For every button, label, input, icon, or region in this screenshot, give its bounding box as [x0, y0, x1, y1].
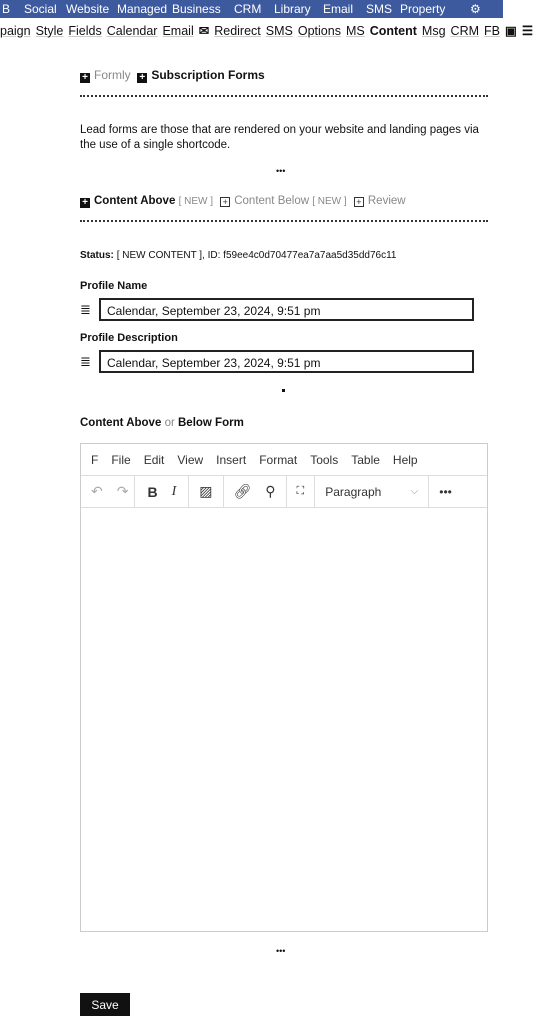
menu-tools[interactable]: Tools: [310, 453, 338, 467]
menu-view[interactable]: View: [177, 453, 203, 467]
fullscreen-icon[interactable]: ⛶: [297, 485, 305, 498]
subnav-item[interactable]: SMS: [266, 24, 293, 38]
subnav-item[interactable]: Style: [36, 24, 64, 38]
block-format-value: Paragraph: [325, 484, 382, 499]
heading-part: or: [164, 417, 175, 429]
subnav-item[interactable]: Redirect: [214, 24, 261, 38]
subnav-item[interactable]: MS: [346, 24, 365, 38]
subnav-item[interactable]: Calendar: [107, 24, 158, 38]
menu-edit[interactable]: Edit: [144, 453, 165, 467]
profile-name-label: Profile Name: [80, 280, 148, 292]
new-badge: [ NEW ]: [178, 196, 214, 207]
dot-separator: [282, 389, 285, 392]
menu-table[interactable]: Table: [351, 453, 380, 467]
tab-formly[interactable]: Formly: [94, 68, 131, 82]
tab-content-below[interactable]: Content Below: [234, 195, 309, 207]
nav-item[interactable]: Business: [172, 0, 221, 18]
image-icon[interactable]: ▨: [199, 483, 212, 500]
menu-format[interactable]: Format: [259, 453, 297, 467]
subnav-item[interactable]: Msg: [422, 24, 446, 38]
undo-icon[interactable]: ↶: [91, 483, 103, 500]
status-label: Status:: [80, 250, 114, 261]
editor-toolbar: ↶ ↷ BI ▨ 🔗︎ ⚲ ⛶ Paragraph ⌵ •••: [81, 476, 487, 508]
subnav-item[interactable]: Email: [162, 24, 193, 38]
subnav-item[interactable]: Options: [298, 24, 341, 38]
heading-part: Below Form: [178, 417, 244, 429]
nav-item[interactable]: Social: [24, 0, 57, 18]
profile-description-label: Profile Description: [80, 332, 178, 344]
camera-icon[interactable]: ▣: [505, 23, 517, 38]
nav-item[interactable]: CRM: [234, 0, 261, 18]
nav-item[interactable]: Website: [66, 0, 109, 18]
heading-part: Content Above: [80, 417, 162, 429]
divider: [80, 220, 488, 222]
stamp-icon[interactable]: ⚲: [265, 483, 275, 500]
more-dots[interactable]: •••: [276, 166, 285, 176]
nav-item[interactable]: SMS: [366, 0, 392, 18]
tab-subscription-forms[interactable]: Subscription Forms: [151, 68, 264, 82]
more-dots[interactable]: •••: [276, 946, 285, 956]
subnav-item-active[interactable]: Content: [370, 24, 417, 38]
menu-help[interactable]: Help: [393, 453, 418, 467]
new-badge: [ NEW ]: [312, 196, 347, 207]
envelope-icon[interactable]: ✉: [199, 23, 209, 38]
sub-nav: paign Style Fields Calendar Email ✉ Redi…: [0, 23, 533, 39]
top-nav: B Social Website Managed Business CRM Li…: [0, 0, 503, 18]
save-button[interactable]: Save: [80, 993, 130, 1016]
nav-item[interactable]: Library: [274, 0, 311, 18]
content-heading: Content Above or Below Form: [80, 417, 244, 429]
divider: [80, 95, 488, 97]
status-line: Status: [ NEW CONTENT ], ID: f59ee4c0d70…: [80, 250, 397, 261]
editor-menubar: F File Edit View Insert Format Tools Tab…: [81, 444, 487, 476]
link-icon[interactable]: 🔗︎: [234, 483, 252, 500]
chevron-down-icon: ⌵: [410, 486, 419, 497]
subnav-item[interactable]: Fields: [68, 24, 101, 38]
nav-item[interactable]: Email: [323, 0, 353, 18]
subnav-item[interactable]: paign: [0, 24, 31, 38]
plus-square-icon: +: [80, 73, 90, 83]
nav-item[interactable]: Managed: [117, 0, 167, 18]
tabs-content: + Content Above [ NEW ] + Content Below [ …: [80, 195, 406, 208]
block-format-select[interactable]: Paragraph ⌵: [315, 476, 430, 507]
menu-item[interactable]: F: [91, 453, 98, 467]
profile-name-input[interactable]: Calendar, September 23, 2024, 9:51 pm: [99, 298, 474, 321]
plus-square-icon: +: [137, 73, 148, 83]
menu-icon: ≣: [80, 354, 91, 369]
menu-icon: ≣: [80, 302, 91, 317]
status-value: [ NEW CONTENT ], ID: f59ee4c0d70477ea7a7…: [116, 250, 397, 261]
subnav-item[interactable]: CRM: [451, 24, 479, 38]
plus-box-icon: +: [353, 197, 364, 207]
menu-insert[interactable]: Insert: [216, 453, 246, 467]
editor-body[interactable]: [81, 508, 487, 931]
bold-icon[interactable]: B: [147, 484, 157, 500]
profile-description-input[interactable]: Calendar, September 23, 2024, 9:51 pm: [99, 350, 474, 373]
list-icon[interactable]: ☰: [522, 23, 533, 38]
tabs-top: + Formly + Subscription Forms: [80, 68, 265, 83]
subnav-item[interactable]: FB: [484, 24, 500, 38]
gear-icon[interactable]: ⚙: [470, 0, 481, 18]
redo-icon[interactable]: ↷: [117, 483, 129, 500]
tab-review[interactable]: Review: [368, 195, 406, 207]
nav-item[interactable]: B: [2, 0, 10, 18]
plus-square-icon: +: [80, 198, 90, 208]
tab-content-above[interactable]: Content Above: [94, 195, 175, 207]
rich-text-editor: F File Edit View Insert Format Tools Tab…: [80, 443, 488, 932]
description: Lead forms are those that are rendered o…: [80, 124, 479, 151]
plus-box-icon: +: [220, 197, 231, 207]
menu-file[interactable]: File: [111, 453, 130, 467]
italic-icon[interactable]: I: [172, 484, 177, 500]
nav-item[interactable]: Property: [400, 0, 445, 18]
more-icon[interactable]: •••: [429, 485, 462, 499]
